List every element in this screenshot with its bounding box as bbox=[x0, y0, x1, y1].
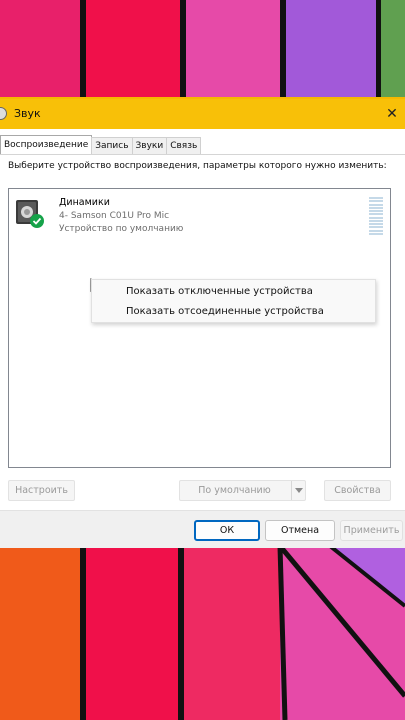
level-segment bbox=[369, 197, 383, 199]
device-list[interactable]: Динамики 4- Samson C01U Pro Mic Устройст… bbox=[8, 188, 391, 468]
level-segment bbox=[369, 219, 383, 222]
tab-sounds[interactable]: Звуки bbox=[131, 137, 168, 154]
properties-button[interactable]: Свойства bbox=[324, 480, 391, 501]
cancel-button[interactable]: Отмена bbox=[265, 520, 335, 541]
level-segment bbox=[369, 229, 383, 232]
playback-panel: Выберите устройство воспроизведения, пар… bbox=[0, 154, 405, 510]
device-subtitle: 4- Samson C01U Pro Mic bbox=[59, 211, 170, 221]
sound-dialog: Звук ✕ Воспроизведение Запись Звуки Связ… bbox=[0, 97, 405, 548]
context-menu: Показать отключенные устройства Показать… bbox=[91, 279, 376, 323]
close-icon: ✕ bbox=[386, 106, 398, 122]
device-row-speakers[interactable]: Динамики 4- Samson C01U Pro Mic Устройст… bbox=[15, 195, 385, 237]
dialog-footer: ОК Отмена Применить bbox=[0, 510, 405, 548]
level-segment bbox=[369, 203, 383, 206]
window-title: Звук bbox=[14, 107, 41, 120]
set-default-button[interactable]: По умолчанию bbox=[179, 480, 306, 501]
device-name: Динамики bbox=[59, 197, 110, 208]
tab-communications[interactable]: Связь bbox=[166, 137, 202, 154]
level-segment bbox=[369, 210, 383, 213]
desktop-wallpaper-top bbox=[0, 0, 405, 97]
level-segment bbox=[369, 232, 383, 235]
menu-item-show-disabled[interactable]: Показать отключенные устройства bbox=[126, 286, 313, 297]
dialog-body: Воспроизведение Запись Звуки Связь Выбер… bbox=[0, 129, 405, 548]
level-segment bbox=[369, 223, 383, 226]
title-bar[interactable]: Звук ✕ bbox=[0, 99, 405, 129]
device-status: Устройство по умолчанию bbox=[59, 224, 184, 234]
chevron-down-icon bbox=[294, 487, 303, 493]
close-button[interactable]: ✕ bbox=[379, 99, 405, 129]
level-segment bbox=[369, 206, 383, 209]
level-segment bbox=[369, 213, 383, 216]
speaker-device-icon bbox=[16, 200, 44, 228]
volume-level-meter bbox=[369, 197, 383, 235]
level-segment bbox=[369, 200, 383, 203]
configure-button[interactable]: Настроить bbox=[8, 480, 75, 501]
tab-recording[interactable]: Запись bbox=[91, 137, 133, 154]
speaker-app-icon bbox=[0, 107, 7, 120]
level-segment bbox=[369, 226, 383, 229]
ok-button[interactable]: ОК bbox=[194, 520, 260, 541]
tab-playback[interactable]: Воспроизведение bbox=[0, 135, 93, 154]
default-dropdown-arrow[interactable] bbox=[291, 481, 305, 500]
apply-button[interactable]: Применить bbox=[340, 520, 403, 541]
desktop-wallpaper-bottom bbox=[0, 546, 405, 720]
tab-strip: Воспроизведение Запись Звуки Связь bbox=[0, 135, 202, 154]
set-default-label: По умолчанию bbox=[198, 485, 271, 496]
level-segment bbox=[369, 216, 383, 219]
menu-item-show-disconnected[interactable]: Показать отсоединенные устройства bbox=[126, 306, 324, 317]
playback-prompt: Выберите устройство воспроизведения, пар… bbox=[8, 161, 387, 171]
